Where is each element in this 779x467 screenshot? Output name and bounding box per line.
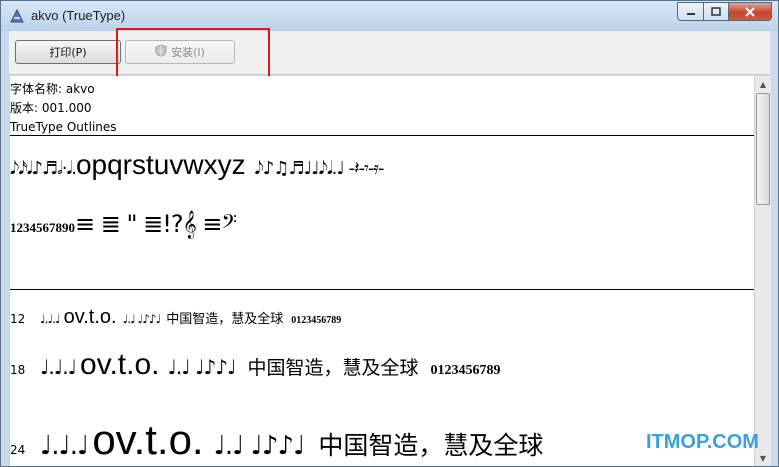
sample-notes-right: ♩.♩ ♩♪♪♩: [122, 312, 162, 326]
watermark-text: ITMOP.COM: [646, 431, 759, 453]
sample-cjk: 中国智造，慧及全球: [247, 357, 419, 379]
font-preview-pane: 字体名称: akvo 版本: 001.000 TrueType Outlines…: [9, 76, 754, 466]
sample-notes-left: ♩.♩.♩: [40, 312, 61, 326]
sample-cjk: 中国智造，慧及全球: [166, 312, 284, 327]
print-button-label: 打印(P): [49, 46, 87, 59]
scroll-up-arrow-icon[interactable]: ▲: [755, 76, 771, 92]
glyph-row-1: 𝅘𝅥𝅮𝅘𝅥𝅯𝅘𝅥♪♬𝅗𝅥·𝅘𝅥.opqrstuvwxyz 𝅘𝅥𝅮♪♫♬♩♩𝅘𝅥𝅮…: [10, 148, 385, 181]
maximize-icon: [711, 6, 721, 16]
install-highlight-box: [116, 28, 270, 82]
sample-size-label: 18: [10, 363, 26, 377]
sample-18: 18 ♩.♩.♩ ov.t.o. ♩.♩ ♩♪♪♩ 中国智造，慧及全球 0123…: [10, 348, 501, 382]
glyph-row1-notes-right: 𝅘𝅥𝅮♪♫♬♩♩𝅘𝅥𝅮𝅘𝅥.♩ -𝄽-𝄾-𝄿-: [254, 158, 385, 179]
sample-cjk: 中国智造，慧及全球: [318, 431, 544, 460]
sample-latin: ov.t.o.: [63, 306, 117, 328]
scroll-thumb[interactable]: [756, 93, 770, 205]
close-button[interactable]: [728, 2, 772, 21]
divider-top: [10, 135, 754, 136]
glyph-row1-notes-left: 𝅘𝅥𝅮𝅘𝅥𝅯𝅘𝅥♪♬𝅗𝅥·𝅘𝅥.: [10, 158, 77, 179]
sample-latin: ov.t.o.: [80, 348, 160, 381]
font-info: 字体名称: akvo 版本: 001.000 TrueType Outlines: [10, 80, 117, 137]
font-version-line: 版本: 001.000: [10, 101, 92, 115]
sample-notes-left: ♩.♩.♩: [40, 431, 89, 461]
font-app-icon: [9, 8, 25, 24]
sample-24: 24 ♩.♩.♩ ov.t.o. ♩.♩ ♩♪♪♩ 中国智造，慧及全球: [10, 416, 543, 464]
close-icon: [745, 6, 755, 17]
maximize-button[interactable]: [703, 2, 728, 21]
glyph-row2-rest: ≡ ≣ " ≣!?𝄞 ≡𝄢: [75, 210, 237, 238]
vertical-scrollbar[interactable]: ▲ ▼: [754, 76, 771, 466]
sample-notes-left: ♩.♩.♩: [40, 355, 77, 379]
toolbar: 打印(P) 安装(I): [9, 28, 770, 82]
minimize-icon: [686, 12, 695, 15]
sample-digits: 0123456789: [430, 363, 501, 378]
sample-latin: ov.t.o.: [92, 416, 204, 463]
divider-bottom: [10, 289, 754, 290]
title-bar[interactable]: akvo (TrueType): [1, 1, 778, 31]
glyph-row-2: 1234567890≡ ≣ " ≣!?𝄞 ≡𝄢: [10, 210, 237, 238]
print-button[interactable]: 打印(P): [15, 40, 121, 64]
sample-notes-right: ♩.♩ ♩♪♪♩: [167, 355, 237, 379]
glyph-row1-latin: opqrstuvwxyz: [75, 149, 246, 180]
sample-size-label: 24: [10, 443, 26, 457]
font-name-line: 字体名称: akvo: [10, 82, 95, 96]
sample-notes-right: ♩.♩ ♩♪♪♩: [213, 431, 306, 461]
font-viewer-window: akvo (TrueType) 打印(P) 安装(I) 字体名称: akvo 版…: [0, 0, 779, 467]
sample-12: 12 ♩.♩.♩ ov.t.o. ♩.♩ ♩♪♪♩ 中国智造，慧及全球 0123…: [10, 306, 341, 329]
glyph-row2-digits: 1234567890: [10, 220, 75, 235]
window-controls: [677, 2, 772, 22]
window-title: akvo (TrueType): [31, 8, 126, 23]
sample-size-label: 12: [10, 312, 26, 326]
sample-digits: 0123456789: [291, 315, 342, 326]
minimize-button[interactable]: [677, 2, 703, 21]
